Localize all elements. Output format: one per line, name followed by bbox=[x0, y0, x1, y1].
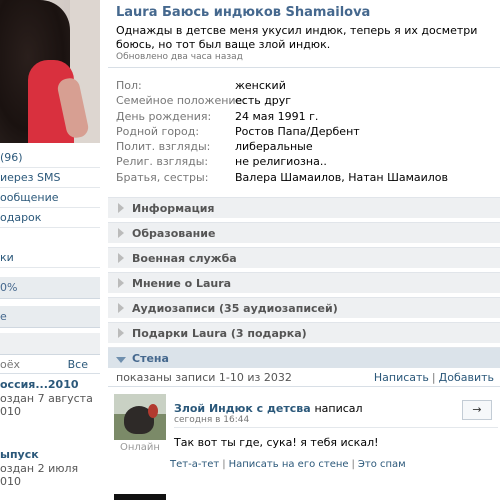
section-military[interactable]: Военная служба bbox=[108, 247, 500, 268]
section-label: Образование bbox=[132, 227, 216, 240]
collapsed-arrow-icon bbox=[118, 253, 124, 263]
info-label: Братья, сестры: bbox=[116, 170, 209, 184]
section-information[interactable]: Информация bbox=[108, 197, 500, 218]
blog-title[interactable]: оссия...2010 bbox=[0, 378, 100, 391]
left-section-label: е bbox=[0, 310, 7, 323]
blog-year: 010 bbox=[0, 475, 21, 488]
section-label: Подарки Laura (3 подарка) bbox=[132, 327, 307, 340]
profile-status[interactable]: Однажды в детсве меня укусил индюк, тепе… bbox=[116, 24, 500, 52]
next-post-avatar[interactable] bbox=[114, 494, 166, 500]
wall-post-count: показаны записи 1-10 из 2032 bbox=[116, 371, 292, 384]
divider bbox=[174, 427, 498, 428]
section-label: Военная служба bbox=[132, 252, 237, 265]
info-row-religion: Религ. взгляды: не религиозна.. bbox=[116, 154, 500, 169]
divider bbox=[108, 386, 500, 387]
blog-date: оздан 7 августа bbox=[0, 392, 93, 405]
post-text: Так вот ты где, сука! я тебя искал! bbox=[174, 436, 379, 449]
info-value[interactable]: есть друг bbox=[235, 94, 291, 107]
info-value[interactable]: Ростов Папа/Дербент bbox=[235, 125, 360, 138]
info-value[interactable]: либеральные bbox=[235, 140, 313, 153]
info-row-birthday: День рождения: 24 мая 1991 г. bbox=[116, 109, 500, 124]
info-row-political: Полит. взгляды: либеральные bbox=[116, 139, 500, 154]
separator: | bbox=[222, 459, 226, 470]
post-links: Тет-а-тет | Написать на его стене | Это спам bbox=[170, 459, 406, 470]
info-label: Семейное положение: bbox=[116, 94, 247, 108]
blogs-header: оёх Все bbox=[0, 356, 100, 374]
blog-entry: ыпуск оздан 2 июля 010 bbox=[0, 448, 100, 488]
profile-name: Laura Баюсь индюков Shamailova bbox=[116, 5, 371, 20]
tete-a-tete-link[interactable]: Тет-а-тет bbox=[170, 459, 219, 470]
info-label: Родной город: bbox=[116, 124, 200, 138]
reply-arrow-button[interactable]: → bbox=[462, 400, 492, 420]
info-label: День рождения: bbox=[116, 109, 212, 123]
collapsed-arrow-icon bbox=[118, 328, 124, 338]
section-label: Информация bbox=[132, 202, 215, 215]
collapsed-arrow-icon bbox=[118, 228, 124, 238]
send-message-link[interactable]: ообщение bbox=[0, 188, 100, 208]
info-value[interactable]: женский bbox=[235, 79, 286, 92]
blog-title[interactable]: ыпуск bbox=[0, 448, 100, 461]
profile-actions-menu: (96) иерез SMS ообщение одарок bbox=[0, 148, 100, 228]
section-wall[interactable]: Стена bbox=[108, 347, 500, 368]
write-on-wall-link[interactable]: Написать на его стене bbox=[229, 459, 349, 470]
divider bbox=[108, 67, 500, 68]
section-gifts[interactable]: Подарки Laura (3 подарка) bbox=[108, 322, 500, 343]
author-avatar[interactable] bbox=[114, 394, 166, 440]
collapsed-arrow-icon bbox=[118, 303, 124, 313]
section-label: Мнение о Laura bbox=[132, 277, 232, 290]
status-updated: Обновлено два часа назад bbox=[116, 52, 243, 62]
info-value[interactable]: не религиозна.. bbox=[235, 155, 327, 168]
post-verb: написал bbox=[314, 402, 363, 415]
post-author[interactable]: Злой Индюк с детсва bbox=[174, 402, 311, 415]
blog-year: 010 bbox=[0, 405, 21, 418]
report-spam-link[interactable]: Это спам bbox=[358, 459, 406, 470]
blogs-all-link[interactable]: Все bbox=[68, 356, 88, 374]
wall-add-link[interactable]: Добавить bbox=[439, 371, 494, 384]
collapsed-arrow-icon bbox=[118, 278, 124, 288]
info-row-relationship: Семейное положение:есть друг bbox=[116, 93, 500, 108]
profile-photo[interactable] bbox=[0, 0, 100, 143]
send-gift-link[interactable]: одарок bbox=[0, 208, 100, 228]
info-value[interactable]: 24 мая 1991 г. bbox=[235, 110, 318, 123]
section-audio[interactable]: Аудиозаписи (35 аудиозаписей) bbox=[108, 297, 500, 318]
collapsed-arrow-icon bbox=[118, 203, 124, 213]
info-label: Полит. взгляды: bbox=[116, 140, 211, 154]
left-column: (96) иерез SMS ообщение одарок ки 0% е о… bbox=[0, 0, 100, 500]
profile-main: Laura Баюсь индюков Shamailova Однажды в… bbox=[108, 0, 500, 500]
blog-date: оздан 2 июля bbox=[0, 462, 79, 475]
profile-info: Пол: женский Семейное положение:есть друг… bbox=[116, 78, 500, 185]
left-blank-head bbox=[0, 333, 100, 355]
left-link-item[interactable]: ки bbox=[0, 248, 100, 268]
section-label: Стена bbox=[132, 352, 169, 365]
blog-entry: оссия...2010 оздан 7 августа 010 bbox=[0, 378, 100, 418]
info-label: Религ. взгляды: bbox=[116, 155, 209, 169]
online-status: Онлайн bbox=[120, 442, 160, 453]
section-label: Аудиозаписи (35 аудиозаписей) bbox=[132, 302, 338, 315]
info-label: Пол: bbox=[116, 79, 142, 92]
rating-percent: 0% bbox=[0, 281, 18, 294]
section-education[interactable]: Образование bbox=[108, 222, 500, 243]
wall-toolbar: показаны записи 1-10 из 2032 Написать | До… bbox=[108, 370, 500, 386]
info-row-hometown: Родной город: Ростов Папа/Дербент bbox=[116, 124, 500, 139]
post-date: сегодня в 16:44 bbox=[174, 415, 250, 425]
separator: | bbox=[431, 371, 436, 384]
arrow-right-icon: → bbox=[472, 403, 482, 416]
left-section-head[interactable]: е bbox=[0, 306, 100, 328]
section-opinion[interactable]: Мнение о Laura bbox=[108, 272, 500, 293]
rating-bar: 0% bbox=[0, 277, 100, 299]
blogs-header-label: оёх bbox=[0, 358, 21, 371]
wall-post: Онлайн Злой Индюк с детсва написал сегод… bbox=[108, 392, 500, 472]
info-value[interactable]: Валера Шамаилов, Натан Шамаилов bbox=[235, 171, 448, 184]
info-row-sex: Пол: женский bbox=[116, 78, 500, 93]
info-row-siblings: Братья, сестры: Валера Шамаилов, Натан Ша… bbox=[116, 170, 500, 185]
wall-write-link[interactable]: Написать bbox=[374, 371, 429, 384]
separator: | bbox=[351, 459, 355, 470]
send-sms-link[interactable]: иерез SMS bbox=[0, 168, 100, 188]
expanded-arrow-icon bbox=[116, 357, 126, 363]
friends-link[interactable]: (96) bbox=[0, 148, 100, 168]
